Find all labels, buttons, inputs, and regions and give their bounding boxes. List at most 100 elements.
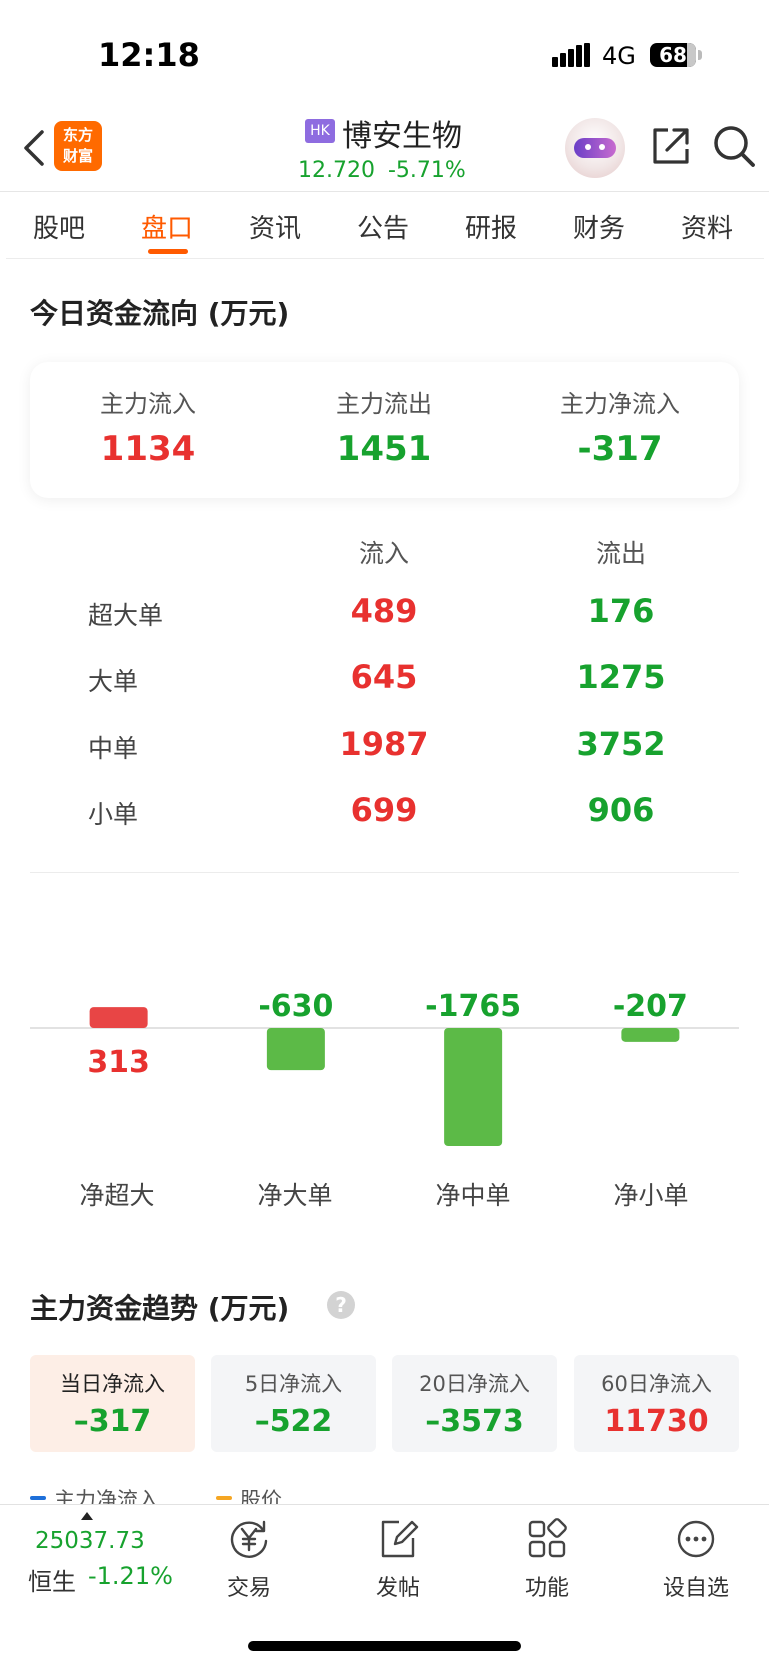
signal-icon — [552, 43, 592, 67]
net-flow-bar — [444, 1028, 503, 1146]
legend-swatch-price — [216, 1496, 232, 1500]
main-net-value: -317 — [577, 429, 663, 469]
net-flow-value-label: -1765 — [425, 989, 521, 1024]
row-large-out: 1275 — [576, 658, 666, 696]
nav-functions[interactable]: 功能 — [497, 1516, 597, 1602]
col-inflow-header: 流入 — [358, 539, 409, 568]
yen-refresh-icon — [230, 1520, 268, 1558]
row-label-medium: 中单 — [88, 734, 139, 763]
main-inflow: 主力流入 1134 — [30, 384, 266, 469]
trend-tab-label: 当日净流入 — [60, 1372, 165, 1396]
trend-tab-value: –3573 — [425, 1404, 524, 1439]
trend-tab-value: –522 — [254, 1404, 333, 1439]
index-value[interactable]: 25037.73 — [35, 1528, 145, 1554]
row-label-small: 小单 — [88, 800, 139, 829]
trend-tab-60d[interactable]: 60日净流入 11730 — [574, 1355, 739, 1452]
row-label-super: 超大单 — [88, 601, 164, 630]
edit-post-icon — [381, 1520, 419, 1558]
bar-label-small: 净小单 — [613, 1181, 689, 1210]
main-outflow-value: 1451 — [336, 429, 432, 469]
trend-tab-5d[interactable]: 5日净流入 –522 — [211, 1355, 376, 1452]
battery-tip — [698, 50, 702, 60]
stock-quote: 12.720 -5.71% — [298, 158, 466, 183]
main-outflow: 主力流出 1451 — [266, 384, 502, 469]
trend-tab-label: 20日净流入 — [419, 1372, 530, 1396]
more-dots-icon — [677, 1520, 715, 1558]
back-arrow-icon[interactable] — [20, 128, 46, 168]
index-change[interactable]: -1.21% — [88, 1562, 173, 1590]
bar-label-super: 净超大 — [79, 1181, 155, 1210]
trend-tab-today[interactable]: 当日净流入 –317 — [30, 1355, 195, 1452]
row-medium-in: 1987 — [339, 725, 429, 763]
help-icon[interactable]: ? — [327, 1291, 355, 1319]
row-label-large: 大单 — [88, 667, 139, 696]
logo-text-2: 财富 — [62, 147, 93, 165]
main-outflow-label: 主力流出 — [336, 390, 432, 418]
index-name[interactable]: 恒生 — [28, 1562, 76, 1597]
nav-add-watchlist[interactable]: 设自选 — [646, 1516, 746, 1602]
section-divider — [30, 872, 739, 873]
net-flow-bar — [89, 1007, 148, 1028]
stock-change: -5.71% — [387, 158, 466, 183]
fund-flow-title: 今日资金流向 (万元) — [30, 297, 290, 330]
nav-trade[interactable]: 交易 — [199, 1516, 299, 1602]
row-medium-out: 3752 — [576, 725, 666, 763]
network-type: 4G — [602, 42, 636, 70]
row-large-in: 645 — [350, 658, 418, 696]
nav-trade-label: 交易 — [226, 1576, 271, 1601]
bar-label-medium: 净中单 — [435, 1181, 511, 1210]
header-divider — [0, 191, 769, 192]
trend-tab-label: 60日净流入 — [601, 1372, 712, 1396]
status-time: 12:18 — [98, 36, 200, 74]
index-expand-icon[interactable] — [81, 1512, 93, 1520]
main-net-label: 主力净流入 — [560, 390, 680, 418]
nav-add-watchlist-label: 设自选 — [662, 1576, 729, 1601]
bar-label-large: 净大单 — [257, 1181, 333, 1210]
home-indicator — [248, 1641, 521, 1651]
nav-post[interactable]: 发帖 — [348, 1516, 448, 1602]
row-super-out: 176 — [587, 592, 655, 630]
row-small-out: 906 — [587, 791, 655, 829]
legend-swatch-net-inflow — [30, 1496, 46, 1500]
fund-flow-summary-card: 主力流入 1134 主力流出 1451 主力净流入 -317 — [30, 362, 739, 498]
tab-research[interactable]: 研报 — [441, 208, 541, 245]
trend-title: 主力资金趋势 (万元) — [30, 1292, 290, 1325]
main-inflow-label: 主力流入 — [100, 390, 196, 418]
net-flow-value-label: 313 — [87, 1045, 150, 1080]
trend-tab-value: 11730 — [604, 1404, 709, 1439]
tab-pankou[interactable]: 盘口 — [117, 208, 217, 245]
search-icon[interactable] — [712, 124, 756, 168]
row-small-in: 699 — [350, 791, 418, 829]
main-net-inflow: 主力净流入 -317 — [502, 384, 738, 469]
battery-icon: 68 — [650, 43, 696, 67]
share-icon[interactable] — [650, 125, 692, 167]
app-logo[interactable]: 东方 财富 — [54, 121, 102, 171]
tab-finance[interactable]: 财务 — [549, 208, 649, 245]
net-flow-bar — [266, 1028, 325, 1071]
grid-icon — [528, 1518, 567, 1558]
ai-assistant-icon[interactable] — [565, 118, 625, 178]
trend-tab-20d[interactable]: 20日净流入 –3573 — [392, 1355, 557, 1452]
market-badge: HK — [305, 119, 335, 143]
nav-post-label: 发帖 — [375, 1576, 420, 1601]
tabs-divider — [6, 258, 764, 259]
net-flow-bar — [621, 1028, 680, 1042]
tab-guba[interactable]: 股吧 — [9, 208, 109, 245]
net-flow-value-label: -207 — [613, 989, 688, 1024]
active-tab-indicator — [148, 249, 188, 254]
trend-tab-value: –317 — [73, 1404, 152, 1439]
row-super-in: 489 — [350, 592, 418, 630]
logo-text-1: 东方 — [62, 126, 93, 144]
tab-news[interactable]: 资讯 — [225, 208, 325, 245]
battery-level: 68 — [659, 43, 687, 67]
tab-announcements[interactable]: 公告 — [333, 208, 433, 245]
net-flow-bar-chart: 313 -630 -1765 -207 — [30, 989, 739, 1146]
main-inflow-value: 1134 — [100, 429, 196, 469]
net-flow-value-label: -630 — [258, 989, 333, 1024]
stock-name[interactable]: 博安生物 — [342, 111, 462, 155]
nav-functions-label: 功能 — [524, 1576, 569, 1601]
col-outflow-header: 流出 — [595, 539, 646, 568]
trend-tab-label: 5日净流入 — [244, 1372, 343, 1396]
tab-profile[interactable]: 资料 — [657, 208, 757, 245]
stock-price: 12.720 — [298, 158, 375, 183]
